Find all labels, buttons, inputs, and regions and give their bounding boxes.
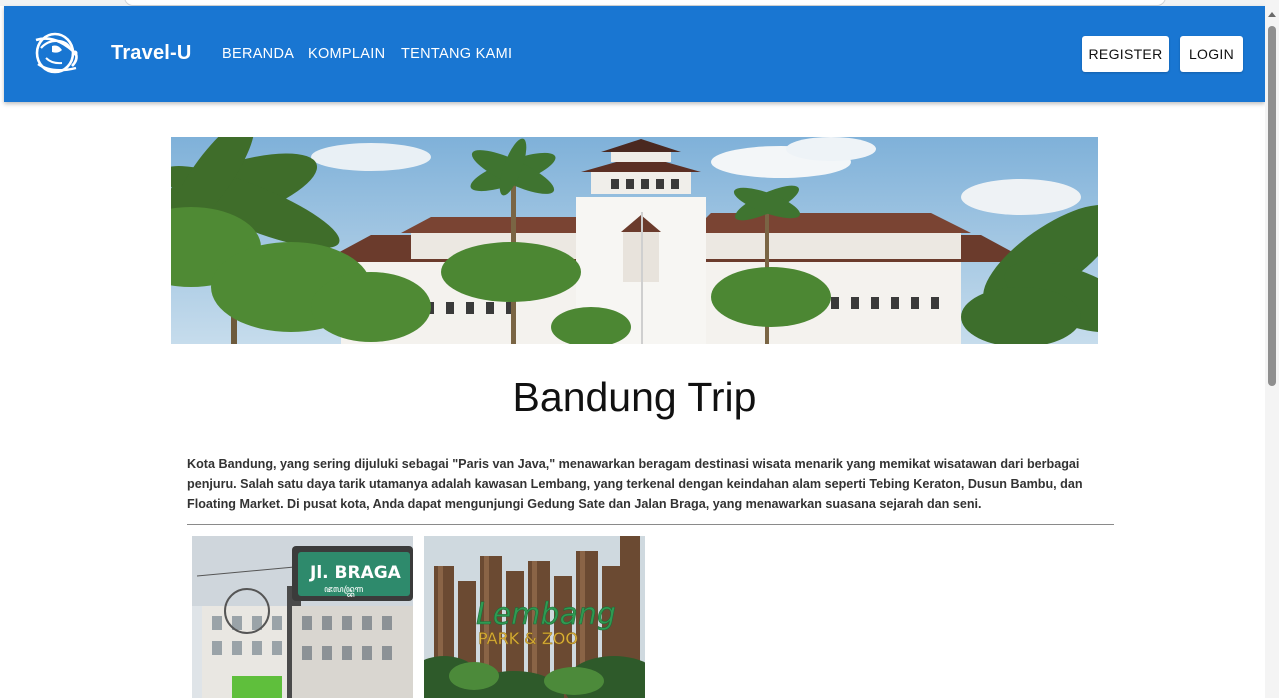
- login-button[interactable]: LOGIN: [1180, 36, 1243, 72]
- nav-link-tentang-kami[interactable]: TENTANG KAMI: [401, 46, 512, 62]
- page: Travel-U BERANDA KOMPLAIN TENTANG KAMI R…: [0, 0, 1279, 698]
- nav-link-beranda[interactable]: BERANDA: [222, 46, 294, 62]
- navbar: Travel-U BERANDA KOMPLAIN TENTANG KAMI R…: [4, 6, 1265, 102]
- register-button[interactable]: REGISTER: [1082, 36, 1169, 72]
- park-zoo-sign-text: PARK & ZOO: [478, 629, 578, 648]
- hero-image-gedung-sate: [171, 137, 1098, 344]
- destination-card-braga[interactable]: Jl. BRAGA ꦗꦭꦤ꧀ꦧꦿꦒ: [192, 536, 413, 698]
- lembang-sign-text: Lembang: [476, 597, 616, 632]
- description-text: Kota Bandung, yang sering dijuluki sebag…: [187, 457, 1083, 511]
- brand-title[interactable]: Travel-U: [111, 42, 192, 65]
- divider: [187, 524, 1114, 525]
- scroll-up-arrow-icon[interactable]: [1268, 12, 1276, 17]
- nav-link-komplain[interactable]: KOMPLAIN: [308, 46, 385, 62]
- scrollbar[interactable]: [1265, 0, 1279, 698]
- globe-travel-icon[interactable]: [32, 28, 82, 78]
- scroll-thumb[interactable]: [1268, 26, 1276, 386]
- braga-sign-text: Jl. BRAGA: [309, 563, 402, 583]
- destination-card-lembang-park-zoo[interactable]: Lembang PARK & ZOO: [424, 536, 645, 698]
- page-title: Bandung Trip: [512, 374, 757, 420]
